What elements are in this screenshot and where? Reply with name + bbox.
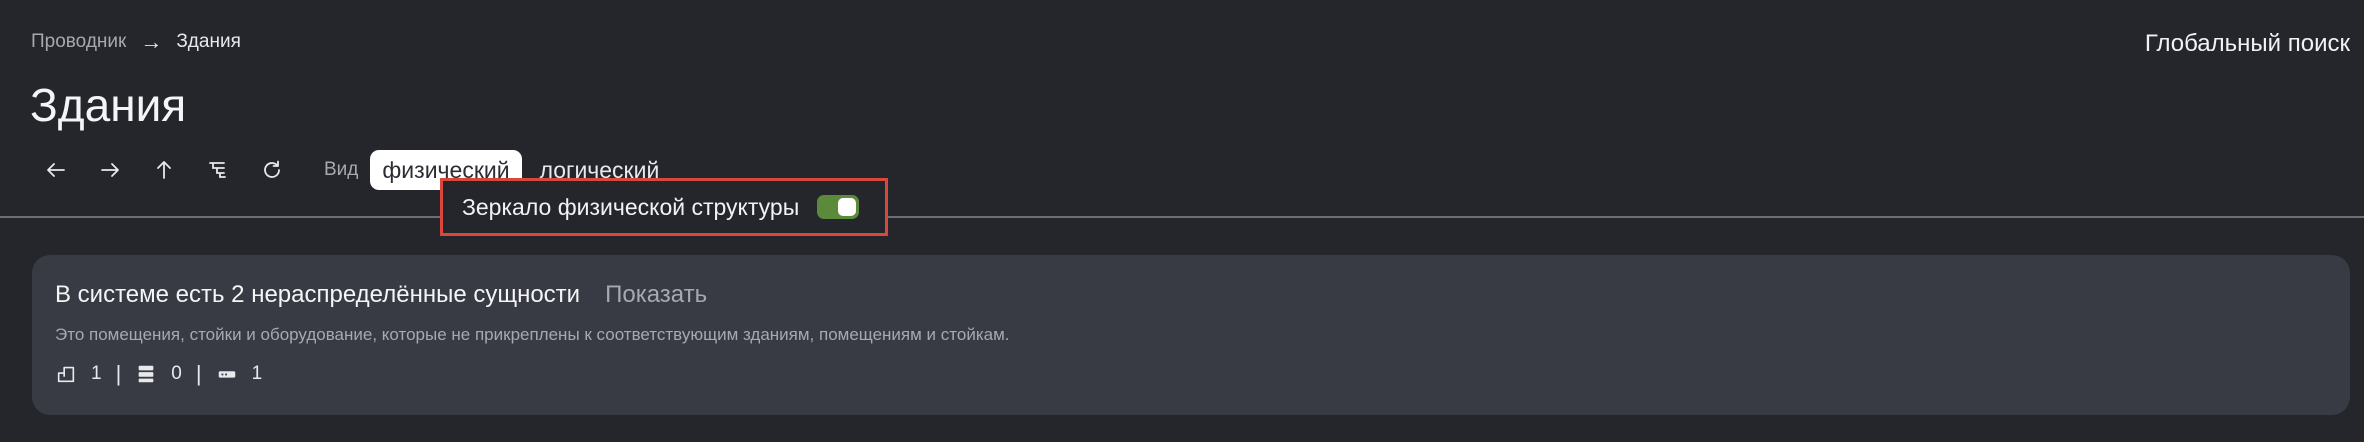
room-count-value: 1 bbox=[91, 363, 102, 384]
divider bbox=[0, 216, 2364, 218]
forward-button[interactable] bbox=[90, 150, 130, 190]
room-count: 1 bbox=[55, 363, 102, 385]
unassigned-entities-card: В системе есть 2 нераспределённые сущнос… bbox=[32, 255, 2350, 415]
show-button[interactable]: Показать bbox=[605, 281, 707, 309]
card-title-row: В системе есть 2 нераспределённые сущнос… bbox=[55, 281, 707, 309]
arrow-left-icon bbox=[47, 163, 65, 177]
breadcrumb-root-link[interactable]: Проводник bbox=[31, 31, 126, 53]
rack-icon bbox=[138, 365, 154, 383]
entity-counts: 1 | 0 | 1 bbox=[55, 361, 262, 387]
card-title: В системе есть 2 нераспределённые сущнос… bbox=[55, 281, 581, 308]
device-count: 1 bbox=[216, 363, 263, 385]
count-separator: | bbox=[195, 361, 202, 386]
device-count-value: 1 bbox=[251, 363, 263, 384]
tree-view-icon bbox=[209, 162, 226, 178]
up-button[interactable] bbox=[144, 150, 184, 190]
mirror-structure-toggle[interactable] bbox=[817, 195, 860, 219]
mirror-structure-label: Зеркало физической структуры bbox=[462, 193, 800, 220]
breadcrumb-arrow-icon: → bbox=[140, 29, 163, 54]
refresh-icon bbox=[264, 160, 280, 178]
breadcrumb: Проводник → Здания bbox=[31, 31, 241, 53]
tree-view-button[interactable] bbox=[198, 150, 238, 190]
rack-count-value: 0 bbox=[171, 363, 182, 384]
global-search-link[interactable]: Глобальный поиск bbox=[2145, 30, 2350, 58]
arrow-right-icon bbox=[101, 163, 119, 177]
card-description: Это помещения, стойки и оборудование, ко… bbox=[55, 325, 1010, 344]
back-button[interactable] bbox=[36, 150, 76, 190]
mirror-structure-popover: Зеркало физической структуры bbox=[440, 178, 888, 236]
page: Проводник → Здания Глобальный поиск Здан… bbox=[0, 0, 2364, 442]
room-icon bbox=[57, 366, 75, 383]
view-label: Вид bbox=[324, 159, 359, 180]
breadcrumb-current: Здания bbox=[176, 31, 241, 52]
toggle-knob bbox=[838, 198, 857, 216]
rack-count: 0 bbox=[135, 363, 182, 385]
device-icon bbox=[218, 371, 235, 378]
page-title: Здания bbox=[30, 79, 187, 131]
arrow-up-icon bbox=[157, 161, 171, 179]
count-separator: | bbox=[115, 361, 122, 386]
refresh-button[interactable] bbox=[252, 150, 292, 190]
